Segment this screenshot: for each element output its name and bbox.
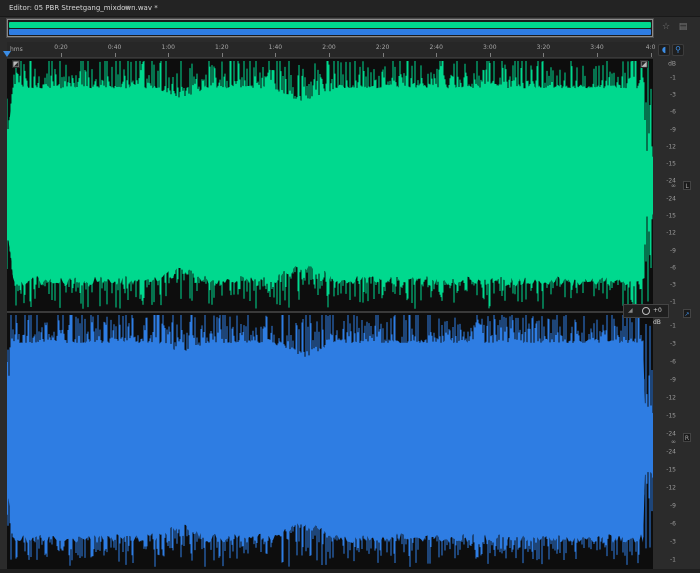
panel-menu-icon[interactable]: ≡ (124, 0, 131, 16)
db-scale-label: -15 (666, 212, 676, 220)
waveform-overview[interactable] (6, 18, 654, 38)
ruler-tick-line (650, 53, 652, 57)
right-channel-waveform[interactable] (7, 313, 653, 569)
overview-visible-range[interactable] (7, 19, 653, 37)
fade-in-handle-icon[interactable]: ◩ (12, 60, 20, 68)
zoom-in-icon[interactable]: ☆ (659, 20, 673, 34)
editor-title-bar: Editor: 05 PBR Streetgang_mixdown.wav * … (0, 0, 700, 17)
ruler-tick-label: 2:40 (429, 44, 443, 51)
right-waveform-graphic (7, 315, 653, 567)
ruler-tick-line (275, 53, 277, 57)
db-scale-label: -6 (670, 520, 676, 528)
db-scale-label: -3 (670, 91, 676, 99)
db-scale-label: -24 (666, 430, 676, 438)
db-header: dB (668, 60, 676, 68)
editor-title: Editor: 05 PBR Streetgang_mixdown.wav * (9, 4, 158, 12)
db-scale-label: -9 (670, 502, 676, 510)
right-channel-tag[interactable]: R (683, 433, 691, 442)
left-channel-waveform[interactable] (7, 59, 653, 311)
db-scale-label: -12 (666, 394, 676, 402)
ruler-tick-line (436, 53, 438, 57)
playhead-marker[interactable] (3, 51, 11, 57)
ruler-tick-label: 0:20 (54, 44, 68, 51)
ruler-tick-label: 0:40 (107, 44, 122, 51)
db-scale-label: -6 (670, 358, 676, 366)
db-scale-label: -15 (666, 412, 676, 420)
db-scale-label: -1 (670, 74, 676, 82)
ruler-tick-label: 1:20 (215, 44, 229, 51)
fade-out-handle-icon[interactable]: ◪ (640, 60, 648, 68)
db-scale-label: -3 (670, 281, 676, 289)
db-scale-label: -9 (670, 376, 676, 384)
db-scale-label: -12 (666, 484, 676, 492)
ruler-tick-label: 4:0 (645, 44, 656, 51)
db-scale-label: -12 (666, 143, 676, 151)
ruler-tick-line (489, 53, 491, 57)
ruler-tick-line (61, 53, 62, 57)
left-db-scale: dB -1 -3 -6 -9 -12 -15 -24 -24 -15 -12 -9 -6 -3 -1 ∞ (654, 59, 678, 311)
db-scale-label: -3 (670, 538, 676, 546)
right-db-scale: -1 -3 -6 -9 -12 -15 -24 -24 -15 -12 -9 -6 -3 -1 ∞ (654, 313, 678, 569)
left-channel-tag[interactable]: L (683, 181, 691, 190)
ruler-tick-label: 3:40 (590, 44, 604, 51)
db-scale-label: -24 (666, 448, 676, 456)
ruler-tick-line (114, 53, 116, 57)
db-scale-label: -15 (666, 466, 676, 474)
channel-link-icon[interactable]: ↗ (683, 309, 691, 318)
ruler-tick-label: 3:00 (483, 44, 497, 51)
ruler-tick-line (221, 53, 223, 57)
left-waveform-graphic (7, 61, 653, 309)
waveform-peaks (7, 61, 653, 309)
ruler-tick-label: 3:20 (536, 44, 551, 51)
hud-volume[interactable]: ◢ +0 dB (623, 304, 669, 326)
db-scale-label: -24 (666, 195, 676, 203)
headphones-icon[interactable]: ◖ (658, 44, 670, 56)
db-scale-label: -6 (670, 108, 676, 116)
waveform-peaks (7, 315, 653, 567)
db-scale-label: -1 (670, 298, 676, 306)
db-scale-label: -15 (666, 160, 676, 168)
volume-meter-icon: ◢ (628, 307, 633, 314)
ruler-tick-line (168, 53, 170, 57)
editor-footer (0, 569, 700, 573)
ruler-tick-line (382, 53, 384, 57)
ruler-tick-label: 1:00 (161, 44, 175, 51)
db-scale-label: -12 (666, 229, 676, 237)
db-scale-label: -1 (670, 556, 676, 564)
volume-knob[interactable] (642, 307, 650, 315)
time-ruler[interactable]: hms 0:20 0:40 1:00 1:20 1:40 2:00 2:20 2:40 3:00… (7, 42, 656, 58)
db-scale-label: -6 (670, 264, 676, 272)
db-scale-label: -3 (670, 340, 676, 348)
pin-icon[interactable]: ⚲ (672, 44, 684, 56)
ruler-tick-line (543, 53, 545, 57)
ruler-tick-label: 2:20 (375, 44, 390, 51)
time-unit-label: hms (10, 46, 23, 53)
ruler-tick-label: 1:40 (268, 44, 283, 51)
db-infinity-label: ∞ (671, 438, 676, 446)
zoom-out-icon[interactable]: ▤ (676, 20, 690, 34)
db-scale-label: -9 (670, 247, 676, 254)
ruler-tick-line (329, 53, 330, 57)
db-scale-label: -9 (670, 126, 676, 133)
db-scale-label: -1 (670, 322, 676, 330)
db-infinity-label: ∞ (671, 182, 676, 190)
ruler-tick-label: 2:00 (322, 44, 336, 51)
ruler-tick-line (597, 53, 598, 57)
hud-volume-value: +0 dB (653, 307, 662, 326)
